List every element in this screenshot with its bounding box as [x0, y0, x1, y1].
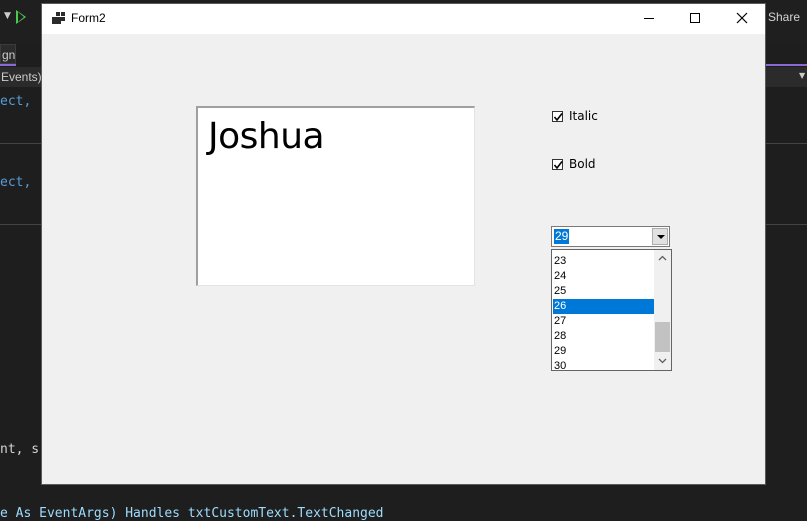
font-size-value: 29	[554, 229, 570, 244]
ide-class-combo[interactable]: gn]	[0, 44, 16, 64]
code-line: e As EventArgs) Handles txtCustomText.Te…	[0, 506, 384, 521]
minimize-icon	[644, 18, 654, 19]
close-button[interactable]	[719, 4, 765, 34]
chevron-down-icon	[657, 235, 665, 239]
ide-accent-line	[765, 64, 807, 66]
check-icon	[553, 113, 563, 122]
maximize-icon	[690, 13, 700, 23]
italic-label: Italic	[569, 109, 598, 123]
chevron-down-icon	[658, 358, 667, 364]
run-icon[interactable]	[16, 10, 26, 24]
check-icon	[553, 161, 563, 170]
form-window: Form2 Joshua Italic Bold 29 23 24 25 26 …	[42, 4, 765, 484]
maximize-button[interactable]	[672, 4, 718, 34]
italic-checkbox[interactable]	[552, 111, 563, 122]
font-size-list[interactable]: 23 24 25 26 27 28 29 30	[551, 249, 672, 371]
code-line: ect,	[0, 94, 40, 109]
custom-text-value: Joshua	[208, 116, 325, 157]
dropdown-arrow-icon[interactable]: ▼	[4, 11, 11, 21]
chevron-up-icon	[658, 255, 667, 261]
ide-event-combo[interactable]: Events)	[0, 67, 42, 87]
font-size-list-item[interactable]: 24	[553, 269, 654, 284]
ide-accent-line	[0, 64, 16, 66]
list-scrollbar[interactable]	[654, 250, 671, 370]
custom-text-box[interactable]: Joshua	[196, 106, 475, 286]
ide-code-bottom: e As EventArgs) Handles txtCustomText.Te…	[0, 484, 807, 521]
ide-separator	[765, 224, 807, 225]
ide-separator	[0, 224, 42, 225]
title-bar[interactable]: Form2	[42, 4, 765, 34]
font-size-list-item[interactable]: 26	[553, 299, 654, 314]
combo-dropdown-button[interactable]	[652, 228, 668, 245]
bold-label: Bold	[569, 157, 596, 171]
ide-editor-right	[765, 42, 807, 513]
font-size-list-item[interactable]: 25	[553, 284, 654, 299]
bold-checkbox[interactable]	[552, 159, 563, 170]
font-size-list-item[interactable]: 30	[553, 359, 654, 370]
share-button[interactable]: Share	[768, 10, 800, 24]
font-size-list-item[interactable]: 28	[553, 329, 654, 344]
dropdown-arrow-icon[interactable]: ▼	[799, 71, 805, 80]
code-line: ect,	[0, 175, 40, 190]
font-size-list-item[interactable]: 23	[553, 254, 654, 269]
code-line: nt, s	[0, 442, 40, 457]
scroll-down-button[interactable]	[654, 353, 671, 370]
scroll-up-button[interactable]	[654, 250, 671, 267]
close-icon	[736, 12, 748, 24]
app-icon	[52, 12, 65, 24]
font-size-list-item[interactable]: 29	[553, 344, 654, 359]
font-size-combo[interactable]: 29	[551, 226, 670, 247]
minimize-button[interactable]	[626, 4, 672, 34]
window-title: Form2	[71, 11, 106, 25]
scroll-thumb[interactable]	[655, 322, 670, 352]
ide-separator	[0, 143, 42, 144]
font-size-list-item[interactable]: 27	[553, 314, 654, 329]
ide-separator	[765, 143, 807, 144]
